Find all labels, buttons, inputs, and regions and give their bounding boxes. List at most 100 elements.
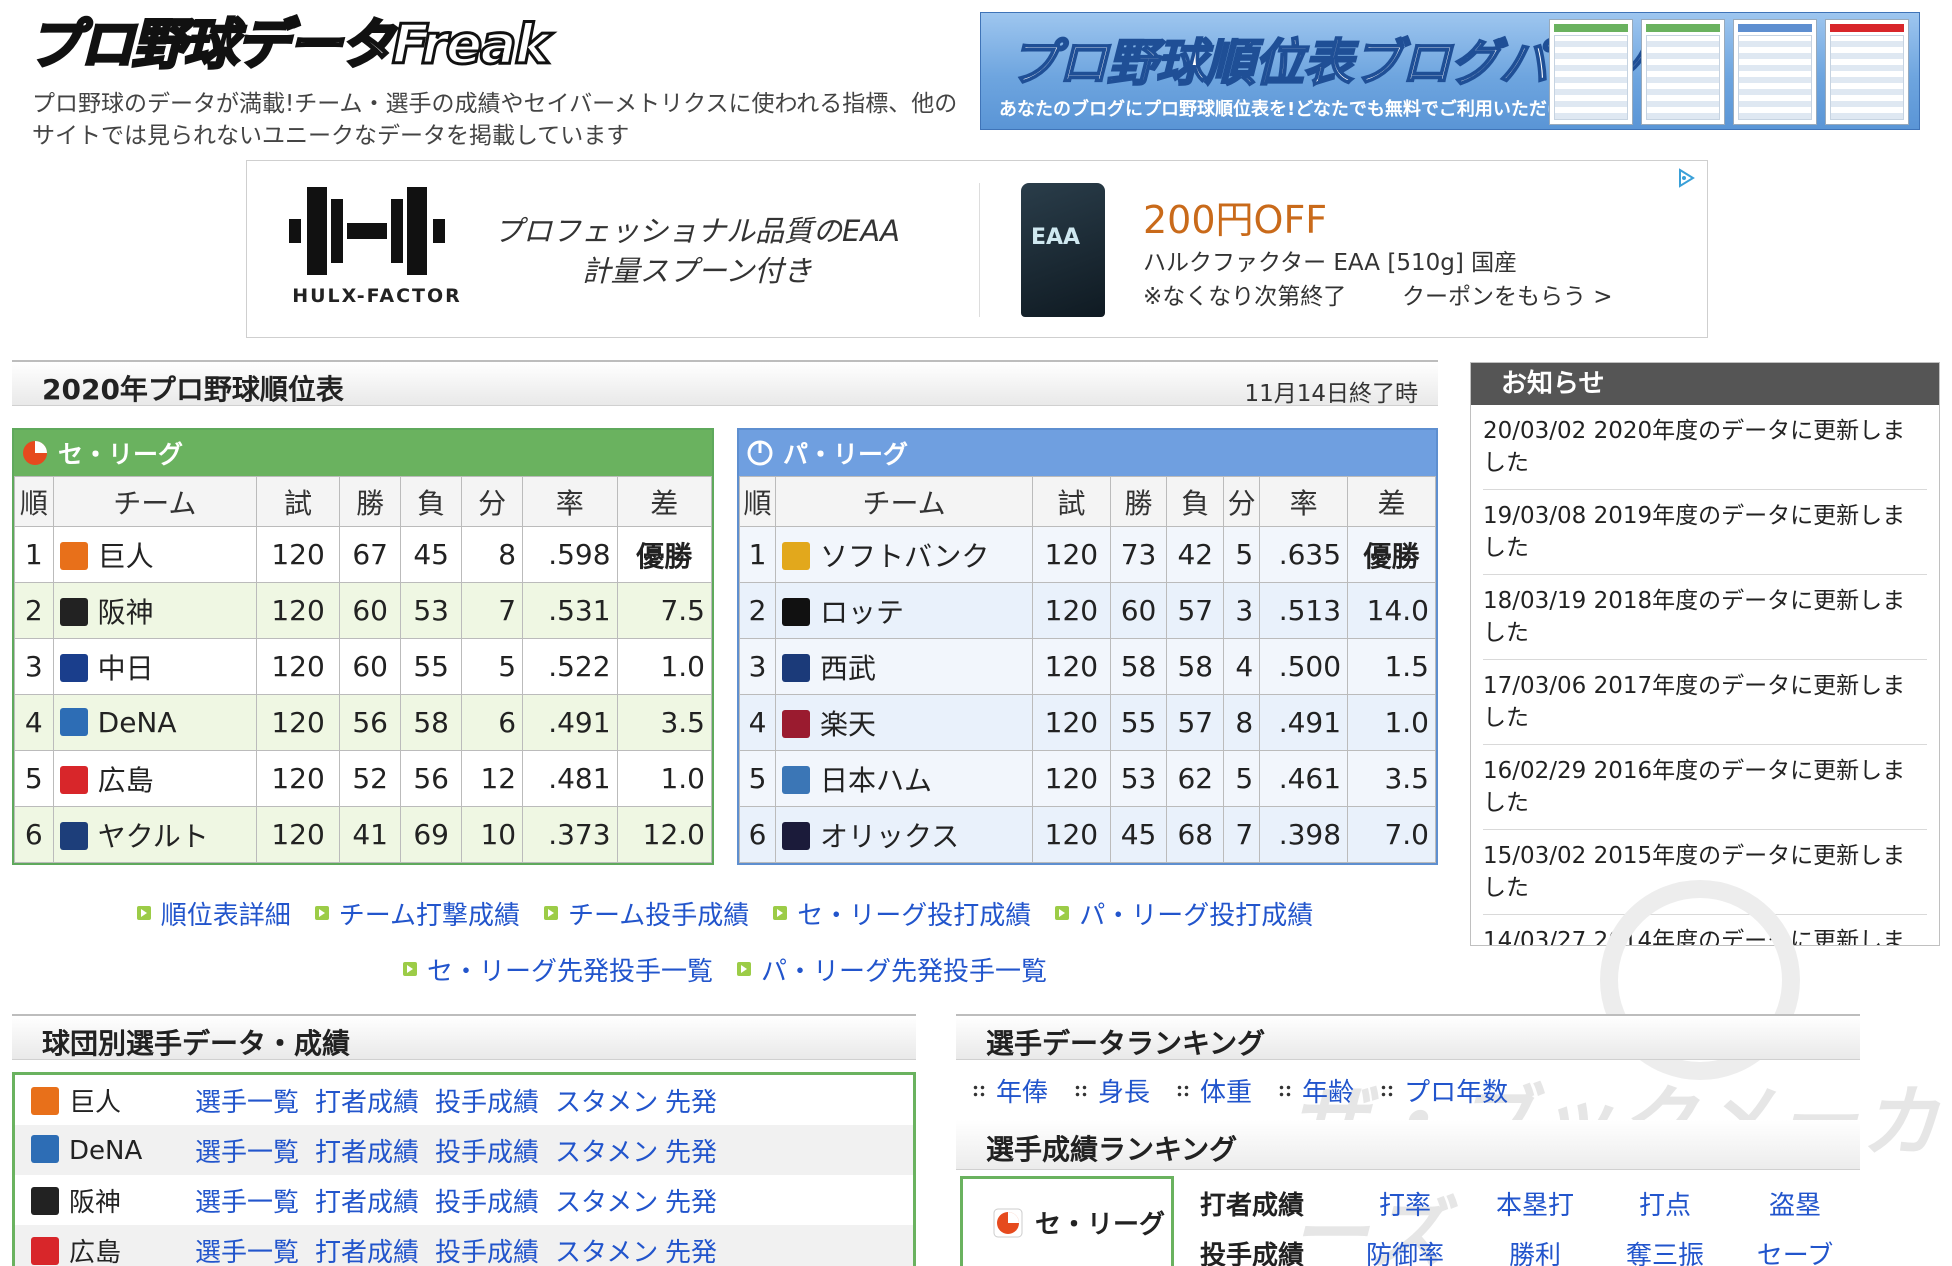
ad-choices-icon[interactable] [1675, 167, 1697, 189]
news-title: お知らせ [1471, 363, 1939, 405]
ad-coupon-link[interactable]: クーポンをもらう > [1402, 277, 1613, 311]
team-name[interactable]: 日本ハム [820, 764, 932, 797]
standings-row: 5 日本ハム 120 53 62 5.461 3.5 [739, 750, 1436, 807]
stat-w: 73 [1109, 526, 1168, 583]
ranking-link-label: 年俸 [996, 1078, 1049, 1108]
games-behind: 1.0 [616, 750, 713, 807]
team-name[interactable]: 広島 [98, 764, 154, 797]
team-data-link[interactable]: 打者成績 [315, 1132, 419, 1169]
team-cell[interactable]: 広島 [52, 750, 257, 807]
team-data-link[interactable]: 投手成績 [435, 1182, 539, 1219]
team-cell[interactable]: 阪神 [52, 582, 257, 639]
team-name[interactable]: 楽天 [820, 708, 876, 741]
site-description: プロ野球のデータが満載!チーム・選手の成績やセイバーメトリクスに使われる指標、他… [32, 91, 958, 149]
stat-d: 7 [1223, 806, 1261, 863]
team-data-link[interactable]: 打者成績 [315, 1082, 419, 1119]
performance-ranking-rows: 打者成績 打率 本塁打 打点 盗塁 投手成績 防御率 勝利 奪三振 セーブ [1180, 1178, 1860, 1266]
team-name[interactable]: ソフトバンク [820, 540, 989, 573]
performance-link[interactable]: 打率 [1340, 1185, 1470, 1222]
ad-price[interactable]: 200円OFF [1143, 189, 1327, 244]
team-data-link[interactable]: 投手成績 [435, 1232, 539, 1266]
rank-cell: 2 [739, 582, 776, 639]
performance-link[interactable]: 奪三振 [1600, 1235, 1730, 1266]
standings-link[interactable]: 順位表詳細 [136, 888, 291, 944]
ranking-link[interactable]: 年俸 [972, 1072, 1048, 1109]
team-cell[interactable]: ヤクルト [52, 806, 257, 863]
team-name[interactable]: ロッテ [820, 596, 904, 629]
standings-link[interactable]: セ・リーグ投打成績 [773, 888, 1031, 944]
ranking-link[interactable]: 体重 [1176, 1072, 1252, 1109]
tab-central-league[interactable]: セ・リーグ [960, 1176, 1174, 1266]
stat-g: 120 [255, 694, 341, 751]
team-cell[interactable]: 日本ハム [774, 750, 1034, 807]
team-name[interactable]: DeNA [98, 706, 177, 739]
ad-product-image: EAA [1021, 183, 1105, 317]
team-name[interactable]: 西武 [820, 652, 876, 685]
team-data-link[interactable]: 先発 [665, 1132, 717, 1169]
standings-link[interactable]: パ・リーグ投打成績 [1055, 888, 1313, 944]
advertisement[interactable]: HULX-FACTOR プロフェッショナル品質のEAA 計量スプーン付き EAA… [246, 160, 1708, 338]
stat-l: 62 [1166, 750, 1225, 807]
performance-link[interactable]: 防御率 [1340, 1235, 1470, 1266]
team-data-link[interactable]: 打者成績 [315, 1232, 419, 1266]
team-data-link[interactable]: 投手成績 [435, 1082, 539, 1119]
team-name[interactable]: 阪神 [98, 596, 154, 629]
team-data-link[interactable]: 先発 [665, 1182, 717, 1219]
standings-link[interactable]: セ・リーグ先発投手一覧 [402, 944, 713, 1000]
team-cell[interactable]: 楽天 [774, 694, 1034, 751]
team-name[interactable]: 巨人 [98, 540, 154, 573]
team-data-link[interactable]: スタメン [555, 1182, 658, 1219]
standings-link[interactable]: チーム投手成績 [543, 888, 749, 944]
team-data-link[interactable]: スタメン [555, 1132, 658, 1169]
carp-logo-icon [31, 1236, 59, 1265]
stat-pct: .522 [522, 638, 618, 695]
ad-divider [979, 183, 980, 317]
performance-link[interactable]: 本塁打 [1470, 1185, 1600, 1222]
standings-row: 4 DeNA 120 56 58 6.491 3.5 [14, 694, 713, 751]
team-data-link[interactable]: 選手一覧 [195, 1182, 299, 1219]
team-name[interactable]: 中日 [98, 652, 154, 685]
performance-link[interactable]: 打点 [1600, 1185, 1730, 1222]
games-behind: 7.5 [616, 582, 713, 639]
pitching-ranking-row: 投手成績 防御率 勝利 奪三振 セーブ [1180, 1228, 1860, 1266]
performance-link[interactable]: 盗塁 [1730, 1185, 1860, 1222]
team-data-link[interactable]: 選手一覧 [195, 1232, 299, 1266]
team-data-link[interactable]: 先発 [665, 1082, 717, 1119]
blogparts-banner[interactable]: プロ野球順位表ブログパーツ あなたのブログにプロ野球順位表を!どなたでも無料でご… [980, 12, 1920, 130]
performance-link[interactable]: 勝利 [1470, 1235, 1600, 1266]
eagles-logo-icon [781, 709, 810, 738]
standings-row: 2 ロッテ 120 60 57 3.513 14.0 [739, 582, 1436, 639]
team-cell[interactable]: 巨人 [52, 526, 257, 583]
rank-cell: 3 [739, 638, 776, 695]
stat-w: 53 [1109, 750, 1168, 807]
standings-row: 2 阪神 120 60 53 7.531 7.5 [14, 582, 713, 639]
team-cell[interactable]: DeNA [52, 694, 257, 751]
column-header: 分 [461, 476, 524, 527]
team-cell[interactable]: オリックス [774, 806, 1034, 863]
team-data-link[interactable]: 選手一覧 [195, 1082, 299, 1119]
standings-row: 6 ヤクルト 120 41 69 10.373 12.0 [14, 806, 713, 863]
team-cell[interactable]: ロッテ [774, 582, 1034, 639]
site-logo[interactable]: プロ野球データFreak [27, 10, 553, 80]
standings-link[interactable]: チーム打撃成績 [314, 888, 520, 944]
team-data-link[interactable]: スタメン [555, 1082, 658, 1119]
team-name[interactable]: オリックス [820, 820, 959, 853]
ranking-link[interactable]: プロ年数 [1380, 1072, 1508, 1109]
team-data-link[interactable]: 打者成績 [315, 1182, 419, 1219]
ad-product-name[interactable]: ハルクファクター EAA [510g] 国産 [1143, 243, 1517, 277]
team-data-link[interactable]: 投手成績 [435, 1132, 539, 1169]
team-data-link[interactable]: 選手一覧 [195, 1132, 299, 1169]
ranking-link[interactable]: 年齢 [1278, 1072, 1354, 1109]
performance-link[interactable]: セーブ [1730, 1235, 1860, 1266]
team-data-link[interactable]: 先発 [665, 1232, 717, 1266]
standings-link[interactable]: パ・リーグ先発投手一覧 [737, 944, 1047, 1000]
ranking-link[interactable]: 身長 [1074, 1072, 1150, 1109]
team-cell[interactable]: 西武 [774, 638, 1034, 695]
team-cell[interactable]: 中日 [52, 638, 257, 695]
stat-l: 58 [1166, 638, 1225, 695]
link-label: パ・リーグ先発投手一覧 [761, 957, 1048, 987]
team-cell[interactable]: ソフトバンク [774, 526, 1034, 583]
team-name[interactable]: ヤクルト [98, 820, 209, 853]
thumbnail-green [1549, 19, 1633, 125]
team-data-link[interactable]: スタメン [555, 1232, 658, 1266]
